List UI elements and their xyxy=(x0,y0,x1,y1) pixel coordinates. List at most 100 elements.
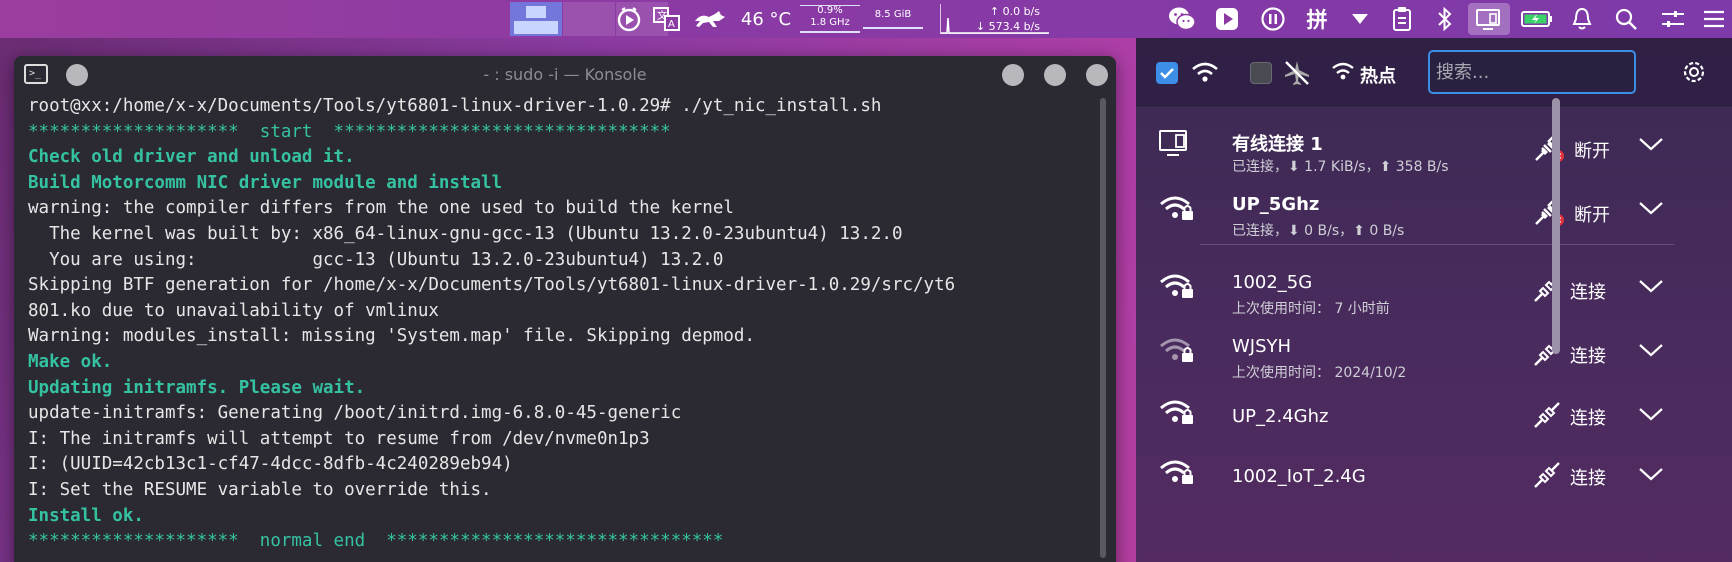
media-play-icon[interactable] xyxy=(614,0,644,38)
connect-plug-icon xyxy=(1532,460,1562,494)
pinyin-input-icon[interactable]: 拼 xyxy=(1302,0,1332,38)
bluetooth-icon[interactable] xyxy=(1432,0,1458,38)
terminal-line: I: (UUID=42cb13c1-cf47-4dcc-8dfb-4c24028… xyxy=(28,454,513,475)
connect-button[interactable]: 连接 xyxy=(1532,400,1606,434)
menu-icon[interactable] xyxy=(1700,0,1728,38)
memory-usage: 8.5 GiB xyxy=(874,9,912,20)
connection-name: WJSYH xyxy=(1232,336,1292,357)
maximize-button[interactable] xyxy=(1044,64,1066,86)
terminal-line: warning: the compiler differs from the o… xyxy=(28,198,734,219)
hotspot-label[interactable]: 热点 xyxy=(1360,62,1396,88)
notification-bell-icon[interactable] xyxy=(1568,0,1596,38)
wifi-lock-icon xyxy=(1158,270,1196,304)
close-button[interactable] xyxy=(1086,64,1108,86)
connection-name: UP_5Ghz xyxy=(1232,194,1320,215)
svg-text:A: A xyxy=(668,19,675,30)
terminal-line: ******************** start *************… xyxy=(28,121,671,142)
wifi-lock-icon xyxy=(1158,192,1196,226)
network-speed[interactable]: ↑ 0.0 b/s ↓ 573.4 b/s xyxy=(968,0,1040,38)
translate-icon[interactable]: 文A xyxy=(650,0,684,38)
pause-circle-icon[interactable] xyxy=(1258,0,1288,38)
terminal-line: 801.ko due to unavailability of vmlinux xyxy=(28,300,439,321)
action-label: 连接 xyxy=(1570,346,1606,367)
konsole-window[interactable]: >_ - : sudo -i — Konsole root@xx:/home/x… xyxy=(14,56,1116,562)
terminal-output[interactable]: root@xx:/home/x-x/Documents/Tools/yt6801… xyxy=(28,94,1088,555)
action-label: 断开 xyxy=(1574,141,1610,162)
connect-plug-icon xyxy=(1532,400,1562,434)
chevron-down-icon[interactable] xyxy=(1638,200,1664,220)
network-wired-tray-icon[interactable] xyxy=(1470,0,1508,38)
connection-row[interactable]: UP_5Ghz 已连接，⬇ 0 B/s，⬆ 0 B/s 断开 xyxy=(1136,182,1716,242)
battery-icon[interactable] xyxy=(1518,0,1556,38)
connection-row[interactable]: 1002_5G 上次使用时间： 7 小时前 连接 xyxy=(1136,260,1716,320)
connection-name: 1002_5G xyxy=(1232,272,1313,293)
dropdown-triangle-icon[interactable] xyxy=(1346,0,1374,38)
chevron-down-icon[interactable] xyxy=(1638,136,1664,156)
wifi-lock-icon xyxy=(1158,396,1196,430)
memory-monitor[interactable]: 8.5 GiB xyxy=(860,0,926,38)
connection-name: UP_2.4Ghz xyxy=(1232,406,1329,427)
desktop-1[interactable] xyxy=(510,2,562,36)
net-upload-rate: 0.0 b/s xyxy=(1002,5,1040,18)
connection-row[interactable]: 有线连接 1 已连接，⬇ 1.7 KiB/s，⬆ 358 B/s 断开 xyxy=(1136,118,1716,178)
disconnect-button[interactable]: 断开 xyxy=(1532,132,1610,168)
disconnect-plug-icon xyxy=(1532,132,1566,168)
connect-button[interactable]: 连接 xyxy=(1532,274,1606,308)
disconnect-button[interactable]: 断开 xyxy=(1532,196,1610,232)
action-label: 断开 xyxy=(1574,205,1610,226)
connection-row[interactable]: 1002_IoT_2.4G 连接 xyxy=(1136,446,1716,506)
terminal-line: root@xx:/home/x-x/Documents/Tools/yt6801… xyxy=(28,96,882,116)
net-download-rate: 573.4 b/s xyxy=(988,20,1040,33)
connect-button[interactable]: 连接 xyxy=(1532,338,1606,372)
connection-name: 1002_IoT_2.4G xyxy=(1232,466,1366,487)
terminal-line: The kernel was built by: x86_64-linux-gn… xyxy=(28,223,903,244)
cpu-monitor[interactable]: 0.9% 1.8 GHz xyxy=(800,0,860,38)
action-label: 连接 xyxy=(1570,282,1606,303)
cpu-percent: 0.9% xyxy=(817,5,843,16)
wifi-enable-checkbox[interactable] xyxy=(1156,62,1178,84)
connect-button[interactable]: 连接 xyxy=(1532,460,1606,494)
terminal-line: Skipping BTF generation for /home/x-x/Do… xyxy=(28,275,956,296)
temperature-readout[interactable]: 46 °C xyxy=(736,0,796,38)
hotspot-icon[interactable] xyxy=(1330,60,1356,86)
virtual-desktop-pager[interactable] xyxy=(510,2,669,36)
wechat-icon[interactable] xyxy=(1164,0,1200,38)
chevron-down-icon[interactable] xyxy=(1638,278,1664,298)
window-titlebar[interactable]: >_ - : sudo -i — Konsole xyxy=(14,56,1116,92)
airplane-mode-checkbox[interactable] xyxy=(1250,62,1272,84)
connection-row[interactable]: WJSYH 上次使用时间： 2024/10/2 连接 xyxy=(1136,324,1716,384)
terminal-line: I: The initramfs will attempt to resume … xyxy=(28,428,650,449)
chevron-down-icon[interactable] xyxy=(1638,342,1664,362)
terminal-line: Warning: modules_install: missing 'Syste… xyxy=(28,326,755,347)
minimize-button[interactable] xyxy=(1002,64,1024,86)
action-label: 连接 xyxy=(1570,468,1606,489)
disconnect-plug-icon xyxy=(1532,196,1566,232)
terminal-line: ******************** normal end ********… xyxy=(28,531,724,552)
connection-list-scrollbar[interactable] xyxy=(1552,98,1560,354)
terminal-line: I: Set the RESUME variable to override t… xyxy=(28,479,492,500)
arrow-down-icon: ↓ xyxy=(975,20,989,33)
running-cat-icon[interactable] xyxy=(690,0,730,38)
chevron-down-icon[interactable] xyxy=(1638,466,1664,486)
video-player-icon[interactable] xyxy=(1212,0,1242,38)
network-toolbar: 热点 xyxy=(1136,38,1732,108)
connection-row[interactable]: UP_2.4Ghz 连接 xyxy=(1136,386,1716,446)
action-label: 连接 xyxy=(1570,408,1606,429)
wifi-lock-weak-icon xyxy=(1158,334,1196,368)
search-icon[interactable] xyxy=(1612,0,1640,38)
cpu-frequency: 1.8 GHz xyxy=(810,17,850,28)
connection-status: 上次使用时间： 2024/10/2 xyxy=(1232,365,1407,381)
desktop-2[interactable] xyxy=(563,2,615,36)
settings-sliders-icon[interactable] xyxy=(1658,0,1688,38)
terminal-line: Make ok. xyxy=(28,351,113,372)
terminal-line: Build Motorcomm NIC driver module and in… xyxy=(28,172,503,193)
terminal-line: You are using: gcc-13 (Ubuntu 13.2.0-23u… xyxy=(28,249,724,270)
chevron-down-icon[interactable] xyxy=(1638,406,1664,426)
network-settings-icon[interactable] xyxy=(1680,58,1708,90)
clipboard-icon[interactable] xyxy=(1388,0,1416,38)
connection-name: 有线连接 1 xyxy=(1232,134,1323,155)
network-search-input[interactable] xyxy=(1428,50,1636,94)
terminal-scrollbar[interactable] xyxy=(1100,98,1106,558)
connection-status: 已连接，⬇ 1.7 KiB/s，⬆ 358 B/s xyxy=(1232,159,1449,175)
terminal-line: update-initramfs: Generating /boot/initr… xyxy=(28,403,682,424)
